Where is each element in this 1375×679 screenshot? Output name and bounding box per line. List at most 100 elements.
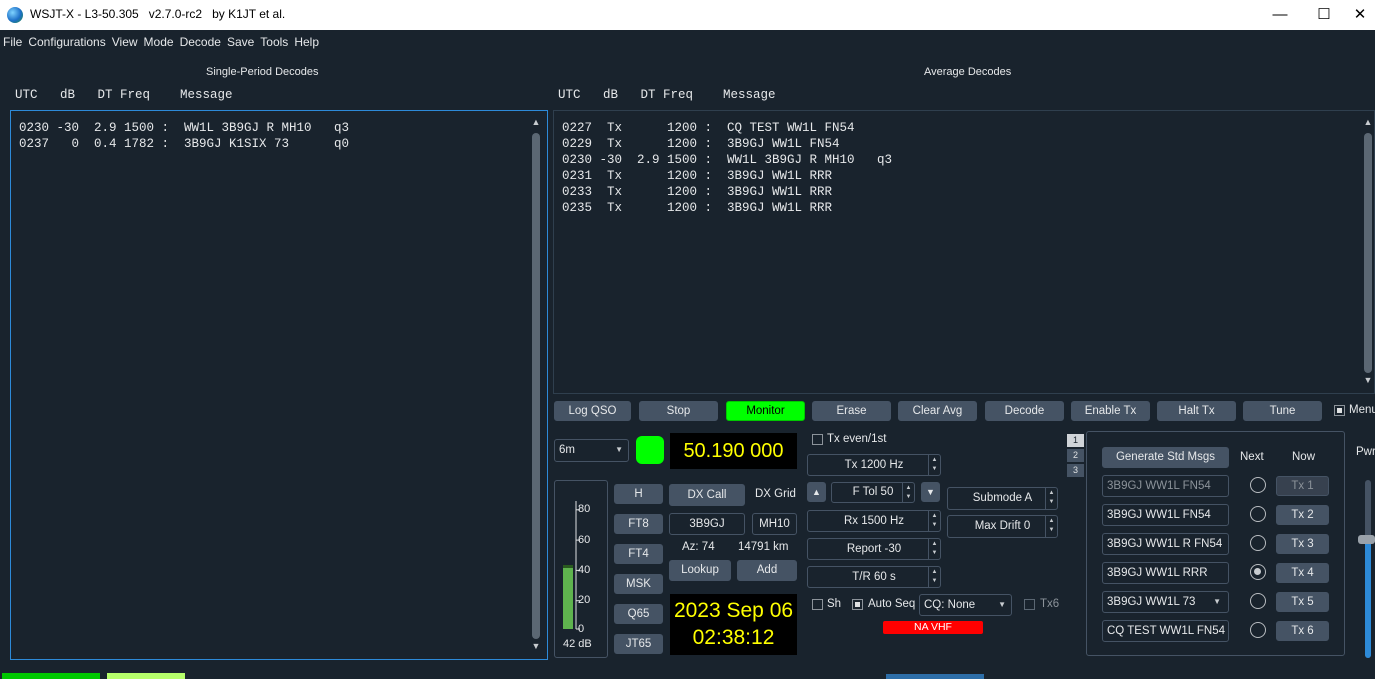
scroll-up-icon[interactable]: ▲ xyxy=(1362,117,1374,127)
mode-jt65-button[interactable]: JT65 xyxy=(614,634,663,654)
generate-std-msgs-button[interactable]: Generate Std Msgs xyxy=(1102,447,1229,468)
spin-arrows-icon[interactable]: ▲ ▼ xyxy=(902,483,914,502)
tx2-message-input[interactable]: 3B9GJ WW1L FN54 xyxy=(1102,504,1229,526)
band-select[interactable]: 6m ▼ xyxy=(554,439,629,462)
decode-line[interactable]: 0233 Tx 1200 : 3B9GJ WW1L RRR xyxy=(562,184,832,200)
maximize-button[interactable]: ☐ xyxy=(1301,0,1347,30)
mode-ft8-button[interactable]: FT8 xyxy=(614,514,663,534)
average-decodes-pane[interactable]: 0227 Tx 1200 : CQ TEST WW1L FN54 0229 Tx… xyxy=(553,110,1375,394)
tr-period-spinbox[interactable]: T/R 60 s ▲ ▼ xyxy=(807,566,941,588)
menu-decode[interactable]: Decode xyxy=(177,30,224,49)
spin-arrows-icon[interactable]: ▲ ▼ xyxy=(928,567,940,587)
tab-1[interactable]: 1 xyxy=(1067,434,1084,447)
power-slider-handle[interactable] xyxy=(1358,535,1375,544)
menu-help[interactable]: Help xyxy=(291,30,322,49)
spin-arrows-icon[interactable]: ▲ ▼ xyxy=(1045,516,1057,537)
tx-even-label: Tx even/1st xyxy=(827,433,887,445)
menu-view[interactable]: View xyxy=(109,30,141,49)
auto-seq-checkbox[interactable] xyxy=(852,599,863,610)
tab-2[interactable]: 2 xyxy=(1067,449,1084,462)
band-value: 6m xyxy=(559,444,575,456)
tx5-next-radio[interactable] xyxy=(1250,593,1266,609)
tx-frequency-spinbox[interactable]: Tx 1200 Hz ▲ ▼ xyxy=(807,454,941,476)
report-spinbox[interactable]: Report -30 ▲ ▼ xyxy=(807,538,941,560)
mode-msk-button[interactable]: MSK xyxy=(614,574,663,594)
decode-line[interactable]: 0231 Tx 1200 : 3B9GJ WW1L RRR xyxy=(562,168,832,184)
decode-line[interactable]: 0227 Tx 1200 : CQ TEST WW1L FN54 xyxy=(562,120,855,136)
add-button[interactable]: Add xyxy=(737,560,797,581)
decode-line[interactable]: 0235 Tx 1200 : 3B9GJ WW1L RRR xyxy=(562,200,832,216)
menus-checkbox[interactable] xyxy=(1334,405,1345,416)
left-scroll-thumb[interactable] xyxy=(532,133,540,639)
max-drift-spinbox[interactable]: Max Drift 0 ▲ ▼ xyxy=(947,515,1058,538)
tx5-now-button[interactable]: Tx 5 xyxy=(1276,592,1329,612)
right-scroll-thumb[interactable] xyxy=(1364,133,1372,373)
tx1-message-input[interactable]: 3B9GJ WW1L FN54 xyxy=(1102,475,1229,497)
tx2-next-radio[interactable] xyxy=(1250,506,1266,522)
minimize-button[interactable]: — xyxy=(1257,0,1303,30)
tx4-next-radio[interactable] xyxy=(1250,564,1266,580)
window-title: WSJT-X - L3-50.305 v2.7.0-rc2 by K1JT et… xyxy=(30,7,286,21)
dx-call-input[interactable]: 3B9GJ xyxy=(669,513,745,535)
set-rx-to-tx-up-icon[interactable]: ▲ xyxy=(807,482,826,502)
mode-h-button[interactable]: H xyxy=(614,484,663,504)
menu-tools[interactable]: Tools xyxy=(257,30,291,49)
sh-checkbox[interactable] xyxy=(812,599,823,610)
tune-button[interactable]: Tune xyxy=(1243,401,1322,421)
cq-select[interactable]: CQ: None ▼ xyxy=(919,594,1012,616)
left-scrollbar[interactable]: ▲ ▼ xyxy=(530,117,542,655)
tx2-now-button[interactable]: Tx 2 xyxy=(1276,505,1329,525)
menu-save[interactable]: Save xyxy=(224,30,257,49)
right-scrollbar[interactable]: ▲ ▼ xyxy=(1362,117,1374,389)
stop-button[interactable]: Stop xyxy=(639,401,718,421)
decode-line[interactable]: 0230 -30 2.9 1500 : WW1L 3B9GJ R MH10 q3 xyxy=(562,152,892,168)
close-button[interactable]: ✕ xyxy=(1345,0,1375,30)
tx6-now-button[interactable]: Tx 6 xyxy=(1276,621,1329,641)
single-period-decodes-pane[interactable]: 0230 -30 2.9 1500 : WW1L 3B9GJ R MH10 q3… xyxy=(10,110,548,660)
power-slider-track[interactable] xyxy=(1365,480,1371,658)
mode-q65-button[interactable]: Q65 xyxy=(614,604,663,624)
tx-even-checkbox[interactable] xyxy=(812,434,823,445)
dx-call-button[interactable]: DX Call xyxy=(669,484,745,506)
tx4-message-input[interactable]: 3B9GJ WW1L RRR xyxy=(1102,562,1229,584)
dx-grid-input[interactable]: MH10 xyxy=(752,513,797,535)
tx3-now-button[interactable]: Tx 3 xyxy=(1276,534,1329,554)
spin-arrows-icon[interactable]: ▲ ▼ xyxy=(928,511,940,531)
menu-file[interactable]: File xyxy=(0,30,25,49)
menu-mode[interactable]: Mode xyxy=(141,30,177,49)
tx3-message-input[interactable]: 3B9GJ WW1L R FN54 xyxy=(1102,533,1229,555)
spin-arrows-icon[interactable]: ▲ ▼ xyxy=(1045,488,1057,509)
scroll-down-icon[interactable]: ▼ xyxy=(1362,375,1374,385)
submode-spinbox[interactable]: Submode A ▲ ▼ xyxy=(947,487,1058,510)
log-qso-button[interactable]: Log QSO xyxy=(554,401,631,421)
erase-button[interactable]: Erase xyxy=(812,401,891,421)
spin-arrows-icon[interactable]: ▲ ▼ xyxy=(928,455,940,475)
spin-arrows-icon[interactable]: ▲ ▼ xyxy=(928,539,940,559)
tx6-message-input[interactable]: CQ TEST WW1L FN54 xyxy=(1102,620,1229,642)
tx1-next-radio[interactable] xyxy=(1250,477,1266,493)
scroll-down-icon[interactable]: ▼ xyxy=(530,641,542,651)
decode-line[interactable]: 0230 -30 2.9 1500 : WW1L 3B9GJ R MH10 q3 xyxy=(19,120,349,136)
clear-avg-button[interactable]: Clear Avg xyxy=(898,401,977,421)
submode-value: Submode A xyxy=(972,492,1033,504)
scroll-up-icon[interactable]: ▲ xyxy=(530,117,542,127)
rx-frequency-spinbox[interactable]: Rx 1500 Hz ▲ ▼ xyxy=(807,510,941,532)
enable-tx-button[interactable]: Enable Tx xyxy=(1071,401,1150,421)
tx6-checkbox[interactable] xyxy=(1024,599,1035,610)
tx3-next-radio[interactable] xyxy=(1250,535,1266,551)
tx6-next-radio[interactable] xyxy=(1250,622,1266,638)
mode-ft4-button[interactable]: FT4 xyxy=(614,544,663,564)
decode-button[interactable]: Decode xyxy=(985,401,1064,421)
tab-3[interactable]: 3 xyxy=(1067,464,1084,477)
lookup-button[interactable]: Lookup xyxy=(669,560,731,581)
monitor-button[interactable]: Monitor xyxy=(726,401,805,421)
tx4-now-button[interactable]: Tx 4 xyxy=(1276,563,1329,583)
f-tol-spinbox[interactable]: F Tol 50 ▲ ▼ xyxy=(831,482,915,503)
menu-configurations[interactable]: Configurations xyxy=(25,30,108,49)
tx1-now-button[interactable]: Tx 1 xyxy=(1276,476,1329,496)
tx5-message-select[interactable]: 3B9GJ WW1L 73 ▼ xyxy=(1102,591,1229,613)
set-tx-to-rx-down-icon[interactable]: ▼ xyxy=(921,482,940,502)
decode-line[interactable]: 0237 0 0.4 1782 : 3B9GJ K1SIX 73 q0 xyxy=(19,136,349,152)
decode-line[interactable]: 0229 Tx 1200 : 3B9GJ WW1L FN54 xyxy=(562,136,840,152)
halt-tx-button[interactable]: Halt Tx xyxy=(1157,401,1236,421)
